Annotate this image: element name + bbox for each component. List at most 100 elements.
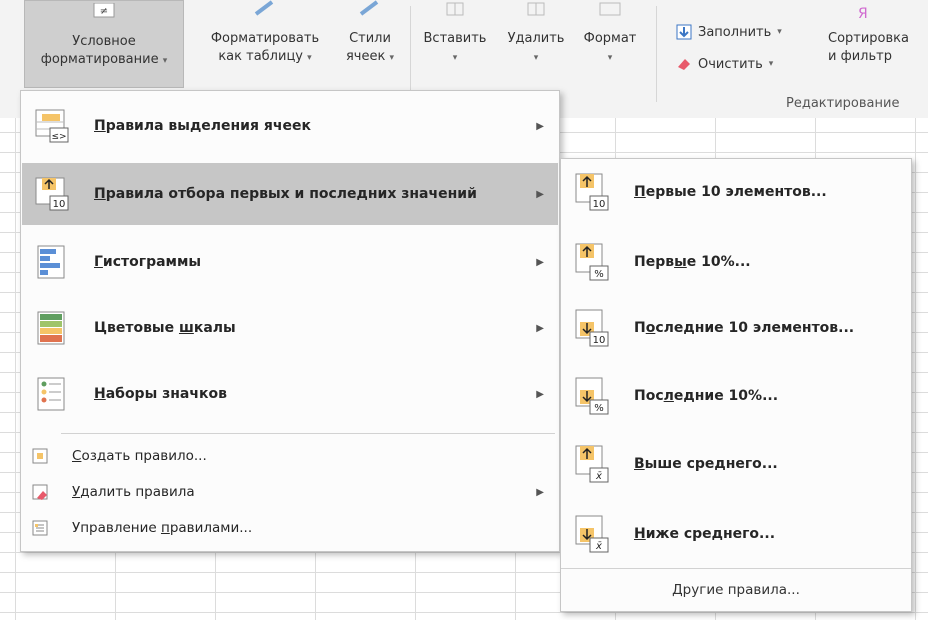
top-10-percent-icon: %	[575, 243, 609, 281]
submenu-item-top-10-items[interactable]: 10 Первые 10 элементов...	[562, 159, 910, 225]
delete-button[interactable]: Удалить ▾	[496, 0, 576, 67]
clear-rules-icon	[32, 484, 48, 500]
fill-label: Заполнить	[698, 24, 772, 40]
menu-item-label: Создать правило...	[72, 448, 207, 464]
svg-text:10: 10	[53, 199, 66, 210]
top-10-items-icon: 10	[575, 173, 609, 211]
submenu-item-label: Последние 10 элементов...	[634, 320, 855, 336]
above-average-icon: x̄	[575, 445, 609, 483]
group-separator	[410, 6, 411, 102]
chevron-down-icon: ▾	[777, 27, 782, 37]
delete-label: Удалить	[507, 31, 565, 46]
cell-styles-label: Стили ячеек	[345, 31, 391, 64]
new-rule-icon	[32, 448, 48, 464]
top-bottom-rules-submenu: 10 Первые 10 элементов... % Первые 10%..…	[560, 158, 912, 612]
menu-item-label: Цветовые шкалы	[94, 320, 236, 336]
chevron-down-icon: ▾	[162, 56, 168, 66]
conditional-formatting-menu: ≤> Правила выделения ячеек ▶ 10 Правила …	[20, 90, 560, 552]
svg-text:%: %	[594, 269, 604, 280]
sort-filter-icon: Я	[858, 6, 868, 22]
format-cells-icon	[599, 2, 621, 16]
clear-label: Очистить	[698, 56, 763, 72]
eraser-icon	[678, 59, 690, 70]
highlight-rules-icon: ≤>	[35, 109, 69, 143]
svg-text:x̄: x̄	[595, 541, 602, 552]
submenu-item-label: Ниже среднего...	[634, 526, 776, 542]
chevron-right-icon: ▶	[536, 322, 544, 334]
submenu-item-top-10-percent[interactable]: % Первые 10%...	[562, 229, 910, 295]
svg-text:≠: ≠	[100, 6, 108, 17]
chevron-down-icon: ▾	[307, 53, 312, 63]
svg-text:≤>: ≤>	[51, 132, 66, 142]
submenu-item-bottom-10-items[interactable]: 10 Последние 10 элементов...	[562, 295, 910, 361]
insert-cells-icon	[446, 2, 464, 16]
submenu-item-above-average[interactable]: x̄ Выше среднего...	[562, 431, 910, 497]
submenu-item-label: Первые 10 элементов...	[634, 184, 827, 200]
insert-label: Вставить	[423, 31, 487, 46]
chevron-right-icon: ▶	[536, 388, 544, 400]
submenu-item-label: Первые 10%...	[634, 254, 751, 270]
format-table-icon	[254, 0, 274, 16]
menu-item-top-bottom-rules[interactable]: 10 Правила отбора первых и последних зна…	[22, 163, 558, 225]
editing-group-label: Редактирование	[786, 96, 900, 111]
bottom-10-percent-icon: %	[575, 377, 609, 415]
bottom-10-items-icon: 10	[575, 309, 609, 347]
svg-text:x̄: x̄	[595, 471, 602, 482]
chevron-down-icon: ▾	[768, 59, 774, 69]
cf-button-label: Условное форматирование	[40, 34, 159, 67]
submenu-item-label: Последние 10%...	[634, 388, 779, 404]
manage-rules-icon	[32, 520, 48, 536]
cell-styles-icon	[359, 0, 379, 16]
conditional-formatting-button[interactable]: ≠ Условное форматирование ▾	[24, 0, 184, 88]
more-rules-item[interactable]: Другие правила...	[561, 568, 911, 611]
fill-button[interactable]: Заполнить ▾	[676, 24, 782, 40]
menu-item-label: Наборы значков	[94, 386, 227, 402]
color-scales-icon	[37, 311, 65, 345]
data-bars-icon	[37, 245, 65, 279]
chevron-down-icon: ▾	[607, 53, 613, 63]
submenu-item-below-average[interactable]: x̄ Ниже среднего...	[562, 501, 910, 567]
svg-text:%: %	[594, 403, 604, 414]
menu-item-label: Управление правилами...	[72, 520, 253, 536]
chevron-down-icon: ▾	[389, 53, 395, 63]
fill-down-icon	[676, 24, 692, 40]
group-separator	[656, 6, 657, 102]
chevron-right-icon: ▶	[536, 256, 544, 268]
menu-item-new-rule[interactable]: Создать правило...	[22, 441, 558, 471]
top-bottom-rules-icon: 10	[35, 177, 69, 211]
chevron-down-icon: ▾	[452, 53, 458, 63]
conditional-formatting-icon: ≠	[93, 3, 115, 18]
submenu-item-label: Выше среднего...	[634, 456, 778, 472]
menu-item-clear-rules[interactable]: Удалить правила ▶	[22, 477, 558, 507]
menu-item-label: Удалить правила	[72, 484, 195, 500]
menu-item-highlight-rules[interactable]: ≤> Правила выделения ячеек ▶	[22, 95, 558, 157]
sort-filter-button[interactable]: Я Сортировка и фильтр	[818, 0, 928, 66]
menu-item-label: Правила отбора первых и последних значен…	[94, 186, 477, 202]
insert-button[interactable]: Вставить ▾	[416, 0, 494, 67]
icon-sets-icon	[37, 377, 65, 411]
chevron-right-icon: ▶	[536, 120, 544, 132]
menu-item-color-scales[interactable]: Цветовые шкалы ▶	[22, 297, 558, 359]
delete-cells-icon	[527, 2, 545, 16]
format-as-table-button[interactable]: Форматировать как таблицу ▾	[190, 0, 340, 67]
menu-separator	[61, 433, 555, 434]
clear-button[interactable]: Очистить ▾	[676, 56, 773, 72]
menu-item-manage-rules[interactable]: Управление правилами...	[22, 513, 558, 543]
below-average-icon: x̄	[575, 515, 609, 553]
chevron-down-icon: ▾	[533, 53, 539, 63]
menu-item-data-bars[interactable]: Гистограммы ▶	[22, 231, 558, 293]
format-table-label: Форматировать как таблицу	[210, 31, 320, 64]
format-button[interactable]: Формат ▾	[574, 0, 646, 67]
menu-item-icon-sets[interactable]: Наборы значков ▶	[22, 363, 558, 425]
svg-text:10: 10	[593, 199, 606, 210]
format-label: Формат	[583, 31, 637, 46]
menu-item-label: Гистограммы	[94, 254, 202, 270]
cell-styles-button[interactable]: Стили ячеек ▾	[338, 0, 402, 67]
chevron-right-icon: ▶	[536, 188, 544, 200]
menu-item-label: Правила выделения ячеек	[94, 118, 311, 134]
sort-filter-label: Сортировка и фильтр	[828, 31, 909, 64]
submenu-item-bottom-10-percent[interactable]: % Последние 10%...	[562, 363, 910, 429]
svg-text:Я: Я	[858, 6, 868, 22]
svg-text:10: 10	[593, 335, 606, 346]
chevron-right-icon: ▶	[536, 486, 544, 498]
